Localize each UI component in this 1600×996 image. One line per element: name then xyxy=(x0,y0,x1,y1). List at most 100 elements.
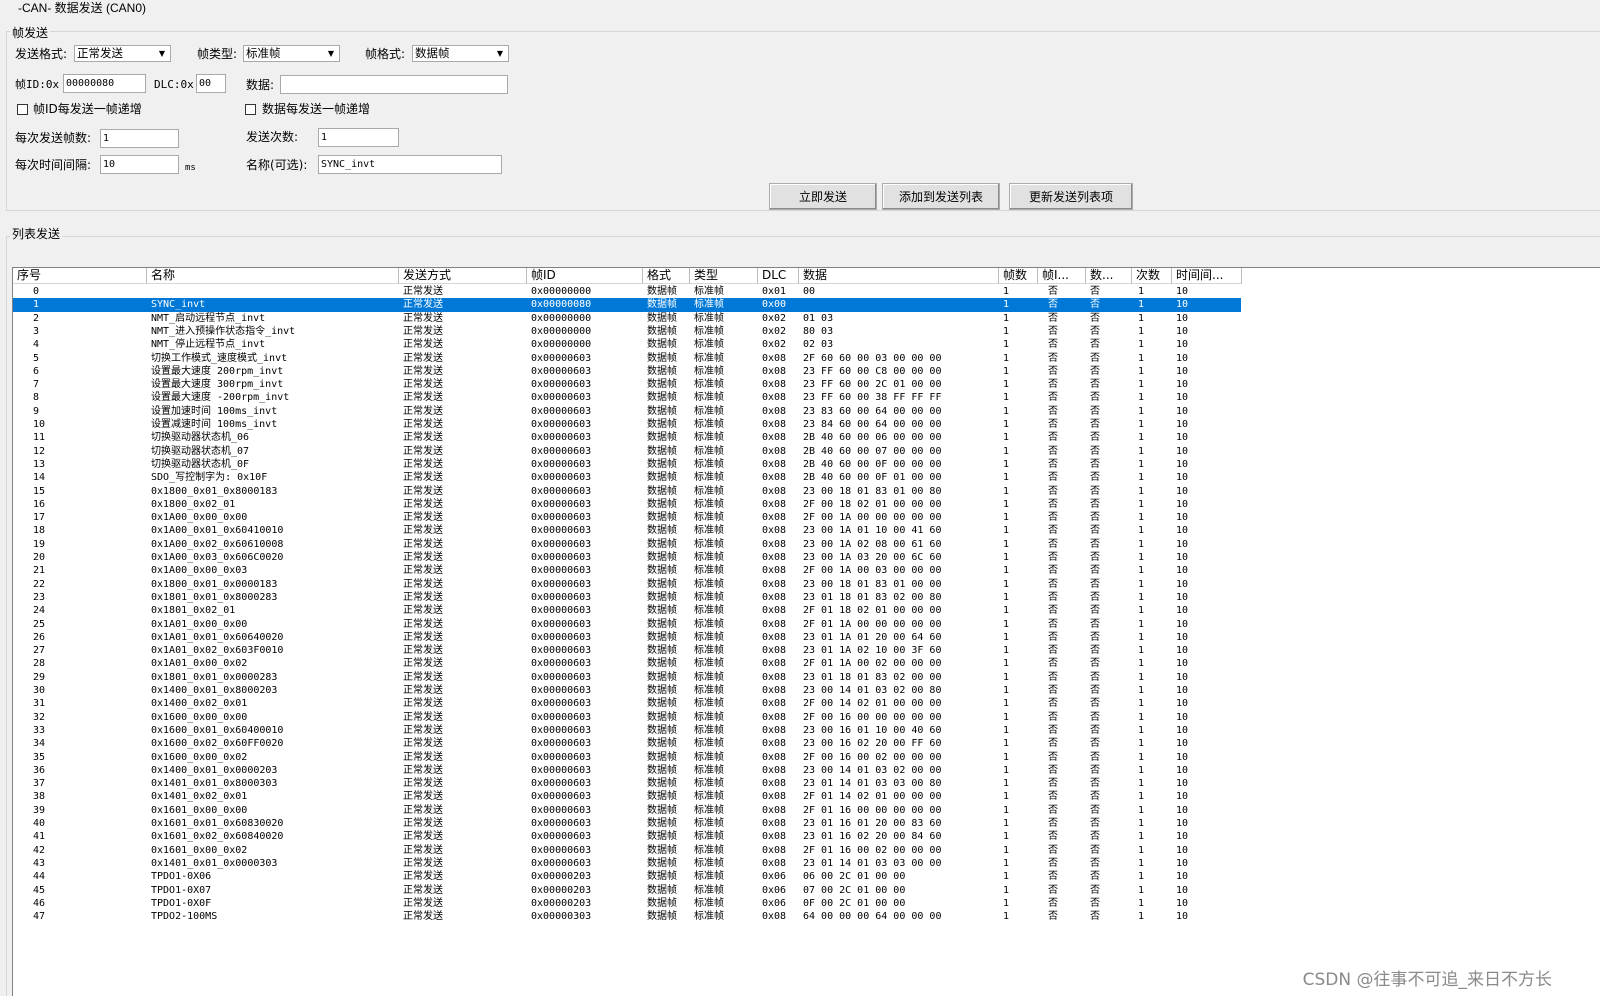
table-row[interactable]: 31 0x1400_0x02_0x01 正常发送 0x00000603 数据帧 标准帧 0x… xyxy=(13,697,1241,710)
table-row[interactable]: 37 0x1401_0x01_0x8000303 正常发送 0x00000603 数据帧… xyxy=(13,777,1241,790)
cell-frame-count: 1 xyxy=(1003,871,1010,883)
column-header-interval[interactable]: 时间间... xyxy=(1172,268,1242,284)
table-row[interactable]: 43 0x1401_0x01_0x0000303 正常发送 0x00000603 数据帧… xyxy=(13,857,1241,870)
table-row[interactable]: 5 切换工作模式_速度模式_invt 正常发送 0x00000603 数据帧 标准帧 0x0… xyxy=(13,352,1241,365)
table-row[interactable]: 4 NMT_停止远程节点_invt 正常发送 0x00000000 数据帧 标准帧 0x02… xyxy=(13,338,1241,351)
cell-dlc: 0x08 xyxy=(762,392,787,404)
table-row[interactable]: 39 0x1601_0x00_0x00 正常发送 0x00000603 数据帧 标准帧 0x… xyxy=(13,804,1241,817)
column-header-frame-count[interactable]: 帧数 xyxy=(999,268,1038,284)
table-row[interactable]: 15 0x1800_0x01_0x8000183 正常发送 0x00000603 数据帧… xyxy=(13,485,1241,498)
table-row[interactable]: 17 0x1A00_0x00_0x00 正常发送 0x00000603 数据帧 标准帧 0x… xyxy=(13,511,1241,524)
cell-dlc: 0x06 xyxy=(762,897,787,909)
table-row[interactable]: 18 0x1A00_0x01_0x60410010 正常发送 0x00000603 数据… xyxy=(13,524,1241,537)
send-format-select[interactable]: 正常发送 ▼ xyxy=(74,45,171,62)
data-increment-checkbox[interactable] xyxy=(245,104,256,115)
table-row[interactable]: 30 0x1400_0x01_0x8000203 正常发送 0x00000603 数据帧… xyxy=(13,684,1241,697)
table-row[interactable]: 12 切换驱动器状态机_07 正常发送 0x00000603 数据帧 标准帧 0x08 2B … xyxy=(13,445,1241,458)
table-row[interactable]: 32 0x1600_0x00_0x00 正常发送 0x00000603 数据帧 标准帧 0x… xyxy=(13,711,1241,724)
table-row[interactable]: 44 TPDO1-0X06 正常发送 0x00000203 数据帧 标准帧 0x06 06 0… xyxy=(13,870,1241,883)
table-row[interactable]: 25 0x1A01_0x00_0x00 正常发送 0x00000603 数据帧 标准帧 0x… xyxy=(13,618,1241,631)
frame-type-select[interactable]: 标准帧 ▼ xyxy=(243,45,340,62)
cell-name: 0x1A01_0x01_0x60640020 xyxy=(151,631,284,643)
table-row[interactable]: 26 0x1A01_0x01_0x60640020 正常发送 0x00000603 数据… xyxy=(13,631,1241,644)
cell-frame-id-inc: 否 xyxy=(1048,645,1058,657)
table-row[interactable]: 45 TPDO1-0X07 正常发送 0x00000203 数据帧 标准帧 0x06 07 0… xyxy=(13,884,1241,897)
table-row[interactable]: 11 切换驱动器状态机_06 正常发送 0x00000603 数据帧 标准帧 0x08 2B … xyxy=(13,431,1241,444)
cell-data: 2F 01 18 02 01 00 00 00 xyxy=(803,605,942,617)
column-header-data[interactable]: 数据 xyxy=(799,268,999,284)
cell-frame-id-inc: 否 xyxy=(1048,379,1058,391)
table-row[interactable]: 33 0x1600_0x01_0x60400010 正常发送 0x00000603 数据… xyxy=(13,724,1241,737)
column-header-dlc[interactable]: DLC xyxy=(758,268,799,284)
column-header-frame-id-inc[interactable]: 帧I... xyxy=(1038,268,1086,284)
cell-send-mode: 正常发送 xyxy=(403,871,443,883)
table-row[interactable]: 2 NMT_启动远程节点_invt 正常发送 0x00000000 数据帧 标准帧 0x02… xyxy=(13,312,1241,325)
cell-frame-count: 1 xyxy=(1003,884,1010,896)
cell-frame-count: 1 xyxy=(1003,339,1010,351)
table-row[interactable]: 3 NMT_进入预操作状态指令_invt 正常发送 0x00000000 数据帧 标准帧 0… xyxy=(13,325,1241,338)
table-row[interactable]: 29 0x1801_0x01_0x0000283 正常发送 0x00000603 数据帧… xyxy=(13,671,1241,684)
table-row[interactable]: 21 0x1A00_0x00_0x03 正常发送 0x00000603 数据帧 标准帧 0x… xyxy=(13,564,1241,577)
cell-data-inc: 否 xyxy=(1090,419,1100,430)
column-header-frame-id[interactable]: 帧ID xyxy=(527,268,643,284)
table-row[interactable]: 10 设置减速时间 100ms_invt 正常发送 0x00000603 数据帧 标准帧 0… xyxy=(13,418,1241,431)
cell-format: 数据帧 xyxy=(647,724,677,736)
interval-input[interactable]: 10 xyxy=(100,155,179,174)
table-row[interactable]: 47 TPDO2-100MS 正常发送 0x00000303 数据帧 标准帧 0x08 64 … xyxy=(13,910,1241,923)
table-row[interactable]: 1 SYNC_invt 正常发送 0x00000080 数据帧 标准帧 0x00 1 否 否 1 10 xyxy=(13,298,1241,312)
table-row[interactable]: 20 0x1A00_0x03_0x606C0020 正常发送 0x00000603 数据… xyxy=(13,551,1241,564)
table-row[interactable]: 40 0x1601_0x01_0x60830020 正常发送 0x00000603 数据… xyxy=(13,817,1241,830)
name-input[interactable]: SYNC_invt xyxy=(318,155,502,174)
cell-send-mode: 正常发送 xyxy=(403,804,443,816)
table-row[interactable]: 22 0x1800_0x01_0x0000183 正常发送 0x00000603 数据帧… xyxy=(13,578,1241,591)
column-header-times[interactable]: 次数 xyxy=(1132,268,1172,284)
table-row[interactable]: 13 切换驱动器状态机_0F 正常发送 0x00000603 数据帧 标准帧 0x08 2B … xyxy=(13,458,1241,471)
table-row[interactable]: 16 0x1800_0x02_01 正常发送 0x00000603 数据帧 标准帧 0x08… xyxy=(13,498,1241,511)
frames-per-send-input[interactable]: 1 xyxy=(100,129,179,148)
column-header-type[interactable]: 类型 xyxy=(690,268,758,284)
column-header-index[interactable]: 序号 xyxy=(13,268,147,284)
update-list-item-button[interactable]: 更新发送列表项 xyxy=(1009,183,1133,210)
dlc-input[interactable]: 00 xyxy=(196,74,226,93)
cell-data-inc: 否 xyxy=(1090,724,1100,736)
cell-frame-id-inc: 否 xyxy=(1048,458,1058,470)
table-row[interactable]: 8 设置最大速度 -200rpm_invt 正常发送 0x00000603 数据帧 标准帧… xyxy=(13,391,1241,404)
column-header-data-inc[interactable]: 数... xyxy=(1086,268,1132,284)
send-list-table[interactable]: 序号 名称 发送方式 帧ID 格式 类型 DLC 数据 帧数 帧I... 数... 次数 时间间... … xyxy=(12,267,1600,996)
add-to-list-button[interactable]: 添加到发送列表 xyxy=(882,183,1000,210)
table-row[interactable]: 9 设置加速时间 100ms_invt 正常发送 0x00000603 数据帧 标准帧 0x… xyxy=(13,405,1241,418)
column-header-send-mode[interactable]: 发送方式 xyxy=(399,268,527,284)
table-row[interactable]: 34 0x1600_0x02_0x60FF0020 正常发送 0x00000603 数据… xyxy=(13,737,1241,750)
column-header-format[interactable]: 格式 xyxy=(643,268,690,284)
table-row[interactable]: 28 0x1A01_0x00_0x02 正常发送 0x00000603 数据帧 标准帧 0x… xyxy=(13,657,1241,670)
table-row[interactable]: 46 TPDO1-0X0F 正常发送 0x00000203 数据帧 标准帧 0x06 0F 0… xyxy=(13,897,1241,910)
cell-frame-id-inc: 否 xyxy=(1048,365,1058,377)
table-row[interactable]: 41 0x1601_0x02_0x60840020 正常发送 0x00000603 数据… xyxy=(13,830,1241,843)
frame-id-input[interactable]: 00000080 xyxy=(63,74,146,93)
table-row[interactable]: 7 设置最大速度 300rpm_invt 正常发送 0x00000603 数据帧 标准帧 0… xyxy=(13,378,1241,391)
table-row[interactable]: 35 0x1600_0x00_0x02 正常发送 0x00000603 数据帧 标准帧 0x… xyxy=(13,751,1241,764)
cell-data-inc: 否 xyxy=(1090,445,1100,457)
table-row[interactable]: 38 0x1401_0x02_0x01 正常发送 0x00000603 数据帧 标准帧 0x… xyxy=(13,790,1241,803)
cell-interval: 10 xyxy=(1176,844,1189,856)
frame-format-select[interactable]: 数据帧 ▼ xyxy=(412,45,509,62)
data-input[interactable] xyxy=(280,75,508,94)
frame-id-increment-checkbox[interactable] xyxy=(17,104,28,115)
table-row[interactable]: 23 0x1801_0x01_0x8000283 正常发送 0x00000603 数据帧… xyxy=(13,591,1241,604)
table-row[interactable]: 14 SDO_写控制字为: 0x10F 正常发送 0x00000603 数据帧 标准帧 0x… xyxy=(13,471,1241,484)
cell-interval: 10 xyxy=(1176,738,1189,750)
table-row[interactable]: 19 0x1A00_0x02_0x60610008 正常发送 0x00000603 数据… xyxy=(13,538,1241,551)
send-count-input[interactable]: 1 xyxy=(318,128,399,147)
table-row[interactable]: 42 0x1601_0x00_0x02 正常发送 0x00000603 数据帧 标准帧 0x… xyxy=(13,844,1241,857)
cell-type: 标准帧 xyxy=(694,738,724,750)
cell-data-inc: 否 xyxy=(1090,884,1100,896)
table-row[interactable]: 24 0x1801_0x02_01 正常发送 0x00000603 数据帧 标准帧 0x08… xyxy=(13,604,1241,617)
table-row[interactable]: 27 0x1A01_0x02_0x603F0010 正常发送 0x00000603 数据… xyxy=(13,644,1241,657)
table-row[interactable]: 36 0x1400_0x01_0x0000203 正常发送 0x00000603 数据帧… xyxy=(13,764,1241,777)
table-row[interactable]: 6 设置最大速度 200rpm_invt 正常发送 0x00000603 数据帧 标准帧 0… xyxy=(13,365,1241,378)
table-row[interactable]: 0 正常发送 0x00000000 数据帧 标准帧 0x01 00 1 否 否 1 10 xyxy=(13,285,1241,298)
cell-send-mode: 正常发送 xyxy=(403,565,443,577)
cell-interval: 10 xyxy=(1176,472,1189,484)
column-header-name[interactable]: 名称 xyxy=(147,268,399,284)
send-now-button[interactable]: 立即发送 xyxy=(769,183,877,210)
